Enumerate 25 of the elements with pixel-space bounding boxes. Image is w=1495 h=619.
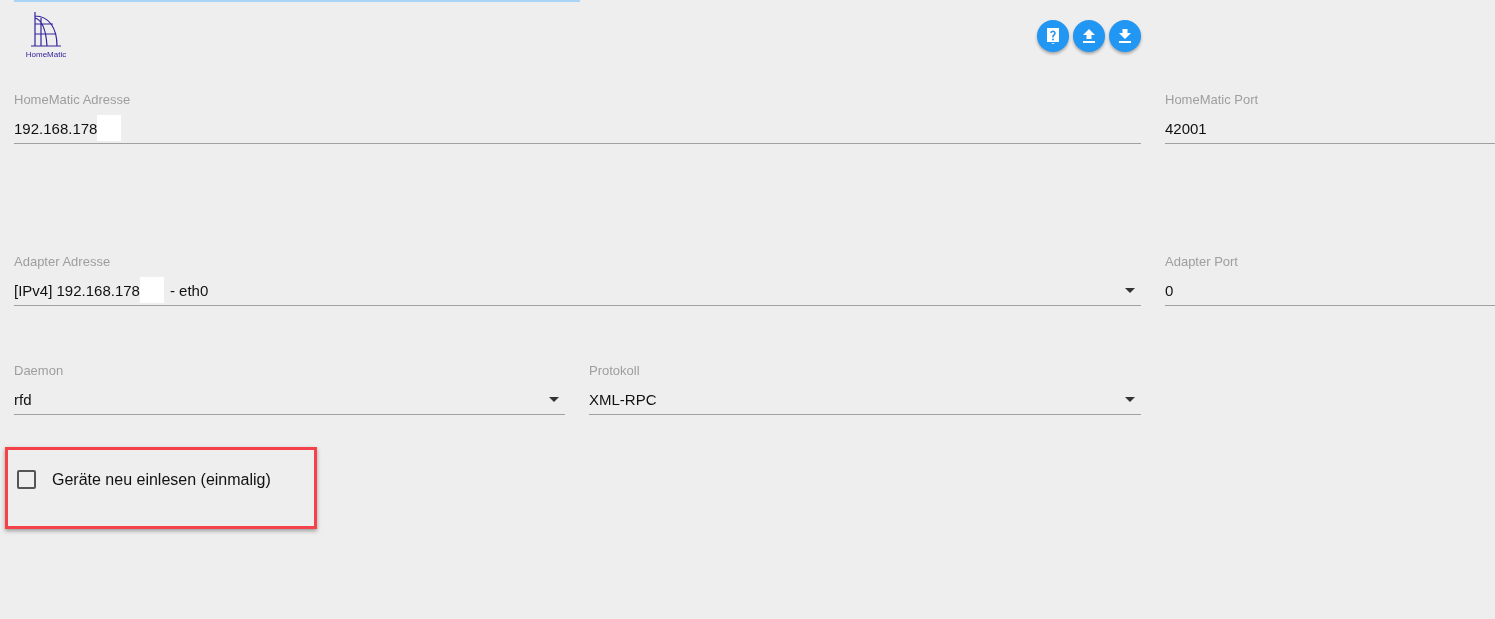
help-button[interactable] (1037, 20, 1069, 52)
logo-text: HomeMatic (25, 50, 67, 59)
help-icon (1046, 28, 1060, 44)
checkbox[interactable] (17, 470, 36, 489)
field-label: Adapter Adresse (14, 254, 112, 271)
checkbox-label: Geräte neu einlesen (einmalig) (52, 470, 271, 489)
input-field[interactable]: 192.168.178 (14, 113, 1141, 144)
download-icon (1118, 28, 1132, 44)
field-label: Protokoll (589, 363, 641, 380)
input-field[interactable]: 0 (1165, 275, 1495, 306)
field-label: HomeMatic Adresse (14, 92, 132, 109)
upload-button[interactable] (1073, 20, 1105, 52)
select-field[interactable]: rfd (14, 384, 565, 415)
download-button[interactable] (1109, 20, 1141, 52)
caret-icon (549, 397, 559, 402)
field-label: HomeMatic Port (1165, 92, 1260, 109)
field-label: Daemon (14, 363, 65, 380)
caret-icon (1125, 397, 1135, 402)
arch-icon (29, 10, 63, 50)
caret-icon (1125, 288, 1135, 293)
input-field[interactable]: 42001 (1165, 113, 1495, 144)
upload-icon (1082, 28, 1096, 44)
select-field[interactable]: [IPv4] 192.168.178 - eth0 (14, 275, 1141, 306)
select-field[interactable]: XML-RPC (589, 384, 1141, 415)
field-label: Adapter Port (1165, 254, 1239, 271)
